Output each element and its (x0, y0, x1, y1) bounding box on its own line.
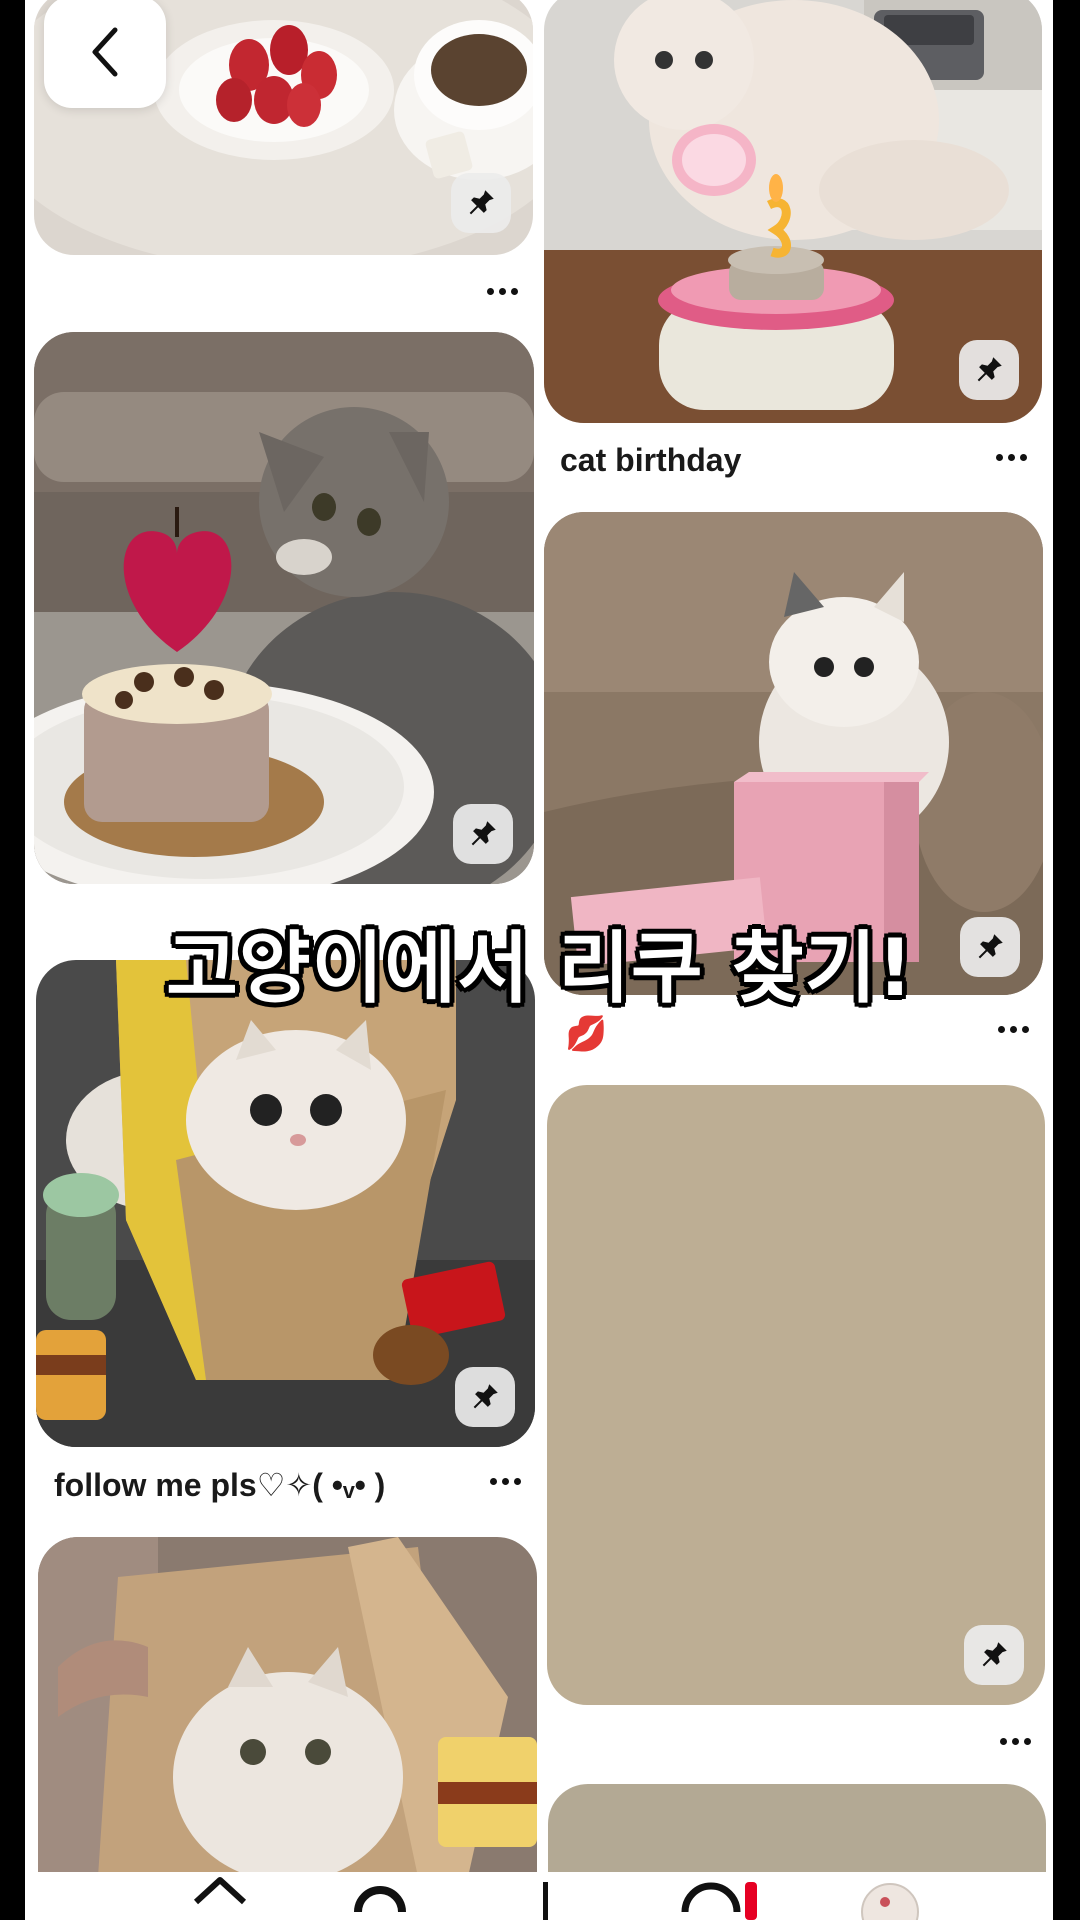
pin-image (38, 1537, 537, 1877)
pin-icon (473, 1384, 498, 1409)
profile-avatar[interactable] (855, 1872, 925, 1920)
save-pin-button[interactable] (959, 340, 1019, 400)
pin-title: follow me pls♡✧( •ᵥ• ) (54, 1467, 386, 1503)
save-pin-button[interactable] (451, 173, 511, 233)
more-dots-icon (997, 1025, 1005, 1033)
more-dots-icon (486, 287, 494, 295)
back-button[interactable] (44, 0, 166, 108)
pin-image (34, 332, 534, 884)
save-pin-button[interactable] (455, 1367, 515, 1427)
pin-card-cat-in-bag[interactable] (36, 960, 535, 1447)
more-options-button[interactable] (989, 1014, 1037, 1044)
pin-icon (471, 821, 496, 846)
pin-card-placeholder[interactable] (547, 1085, 1045, 1705)
video-caption: 고양이에서 리쿠 찾기! (166, 924, 914, 1014)
more-dots-icon (995, 453, 1003, 461)
pin-icon (469, 190, 494, 215)
save-pin-button[interactable] (964, 1625, 1024, 1685)
more-options-button[interactable] (481, 1466, 529, 1496)
notifications-icon[interactable] (675, 1872, 775, 1920)
pin-card-gray-cat-cake[interactable] (34, 332, 534, 884)
bottom-navigation-bar (25, 1872, 1053, 1920)
pin-icon (982, 1642, 1007, 1667)
more-options-button[interactable] (987, 442, 1035, 472)
pin-card-cat-birthday[interactable] (544, 0, 1042, 423)
more-options-button[interactable] (991, 1726, 1039, 1756)
save-pin-button[interactable] (453, 804, 513, 864)
pin-card-placeholder[interactable] (548, 1784, 1046, 1880)
home-icon[interactable] (190, 1872, 250, 1920)
pin-card-kitten-in-bag[interactable] (38, 1537, 537, 1877)
more-options-button[interactable] (478, 276, 526, 306)
pin-icon (977, 357, 1002, 382)
search-icon[interactable] (350, 1872, 410, 1920)
more-dots-icon (489, 1477, 497, 1485)
create-icon[interactable] (535, 1872, 555, 1920)
pin-title: cat birthday (560, 442, 742, 478)
more-dots-icon (999, 1737, 1007, 1745)
pin-title: 💋 (565, 1015, 608, 1053)
chevron-left-icon (92, 27, 118, 77)
